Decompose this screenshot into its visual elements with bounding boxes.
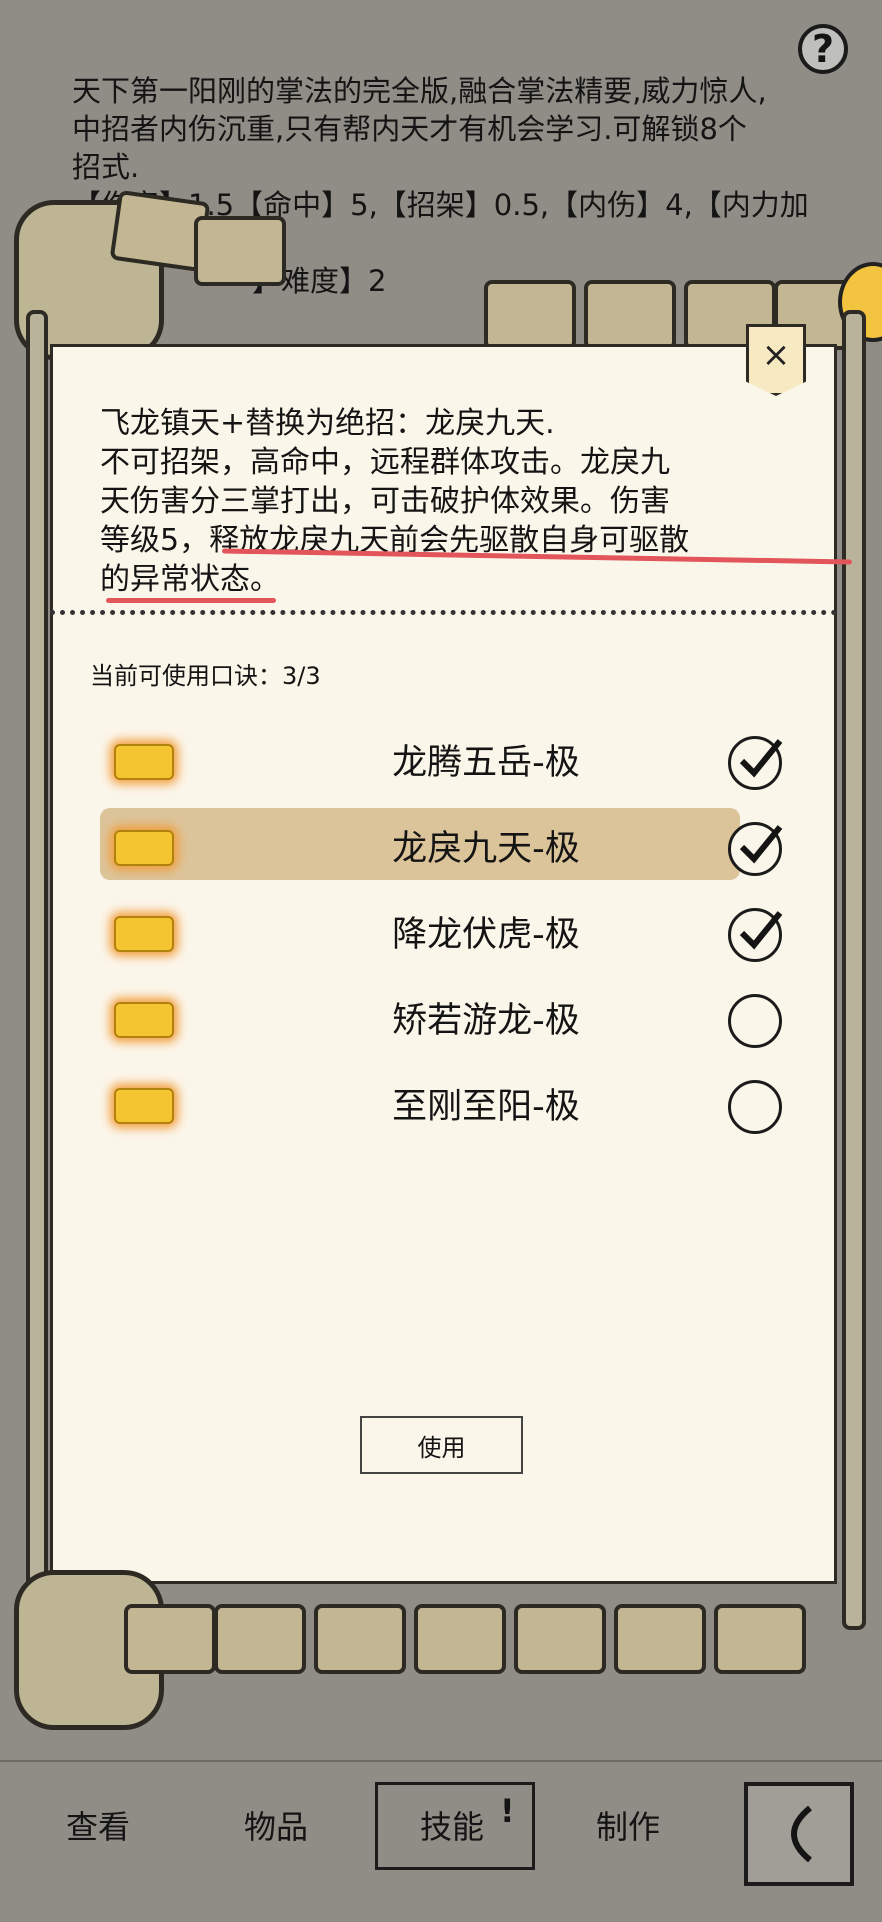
scroll-slat	[614, 1604, 706, 1674]
scroll-roll-bottom	[14, 1570, 882, 1730]
desc-line: 天伤害分三掌打出，可击破护体效果。伤害	[100, 484, 670, 519]
skill-row-selected[interactable]: 龙戾九天-极	[100, 802, 790, 884]
scroll-slat	[514, 1604, 606, 1674]
checkbox[interactable]	[728, 736, 783, 790]
scroll-slat	[484, 280, 576, 350]
back-arrow-icon	[791, 1805, 812, 1863]
skill-label: 龙腾五岳-极	[392, 743, 580, 783]
checkbox[interactable]	[728, 994, 782, 1048]
skill-description: 飞龙镇天+替换为绝招：龙戾九天. 不可招架，高命中，远程群体攻击。龙戾九 天伤害…	[100, 404, 800, 599]
bottom-tab-bar: 查看 物品 技能 ! 制作	[0, 1760, 882, 1922]
back-button[interactable]	[744, 1782, 854, 1886]
scroll-slat	[414, 1604, 506, 1674]
scroll-roll-top	[14, 189, 882, 360]
tab-skills-badge: !	[500, 1792, 515, 1830]
skill-label: 降龙伏虎-极	[392, 915, 580, 955]
skill-row[interactable]: 矫若游龙-极	[100, 974, 790, 1056]
question-icon: ?	[811, 27, 835, 71]
desc-line: 不可招架，高命中，远程群体攻击。龙戾九	[100, 445, 670, 480]
bg-line: 中招者内伤沉重,只有帮内天才有机会学习.可解锁8个	[72, 112, 747, 146]
scroll-slat	[214, 1604, 306, 1674]
gold-ingot-icon	[114, 1088, 174, 1124]
dotted-divider	[50, 610, 837, 615]
skill-label: 矫若游龙-极	[392, 1001, 580, 1041]
close-button[interactable]: ×	[746, 324, 806, 396]
scroll-slat	[314, 1604, 406, 1674]
use-button[interactable]: 使用	[360, 1416, 523, 1474]
desc-line: 的异常状态。	[100, 562, 280, 597]
scroll-slat	[124, 1604, 216, 1674]
scroll-side-left	[26, 310, 48, 1630]
close-icon: ×	[761, 335, 791, 375]
gold-ingot-icon	[114, 744, 174, 780]
tab-view[interactable]: 查看	[66, 1802, 130, 1848]
tab-items[interactable]: 物品	[244, 1802, 308, 1848]
skill-row[interactable]: 龙腾五岳-极	[100, 716, 790, 798]
mantra-count: 当前可使用口诀：3/3	[90, 662, 321, 690]
scroll-slat	[584, 280, 676, 350]
tab-craft[interactable]: 制作	[596, 1802, 660, 1848]
red-underline	[106, 598, 276, 603]
checkbox[interactable]	[728, 1080, 782, 1134]
skill-row[interactable]: 降龙伏虎-极	[100, 888, 790, 970]
scroll-slat	[714, 1604, 806, 1674]
gold-ingot-icon	[114, 1002, 174, 1038]
skill-label: 至刚至阳-极	[392, 1087, 580, 1127]
scroll-side-right	[842, 310, 866, 1630]
gold-ingot-icon	[114, 916, 174, 952]
desc-line: 飞龙镇天+替换为绝招：龙戾九天.	[100, 406, 555, 441]
checkbox[interactable]	[728, 908, 783, 962]
checkbox[interactable]	[728, 822, 783, 876]
skill-row[interactable]: 至刚至阳-极	[100, 1060, 790, 1142]
bg-line: 天下第一阳刚的掌法的完全版,融合掌法精要,威力惊人,	[72, 74, 767, 108]
gold-ingot-icon	[114, 830, 174, 866]
skill-label: 龙戾九天-极	[392, 829, 580, 869]
scroll-slat	[194, 216, 286, 286]
help-button[interactable]: ?	[798, 24, 848, 74]
bg-line: 招式.	[72, 150, 140, 184]
tab-skills[interactable]: 技能	[420, 1802, 484, 1848]
